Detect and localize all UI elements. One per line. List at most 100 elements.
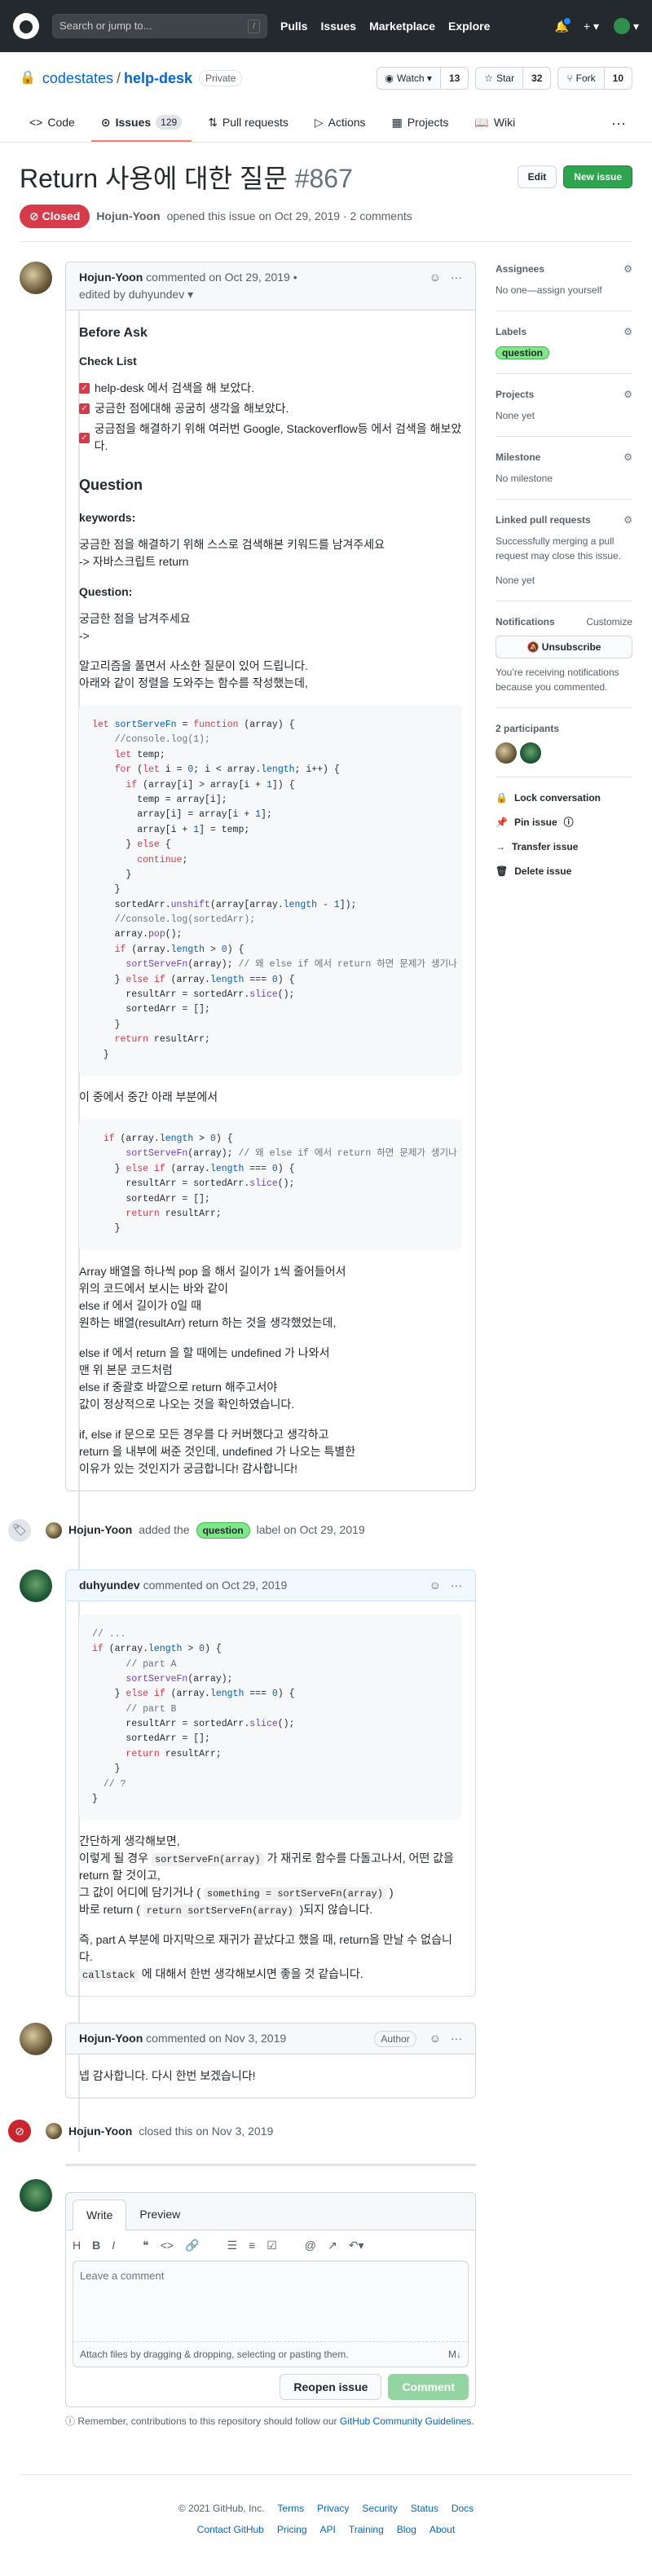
avatar[interactable]: [20, 2023, 52, 2056]
comment-author[interactable]: duhyundev: [79, 1579, 140, 1592]
footer-link-status[interactable]: Status: [411, 2501, 438, 2516]
unsubscribe-button[interactable]: 🔕 Unsubscribe: [496, 636, 632, 658]
avatar[interactable]: [520, 742, 541, 764]
info-icon[interactable]: ⓘ: [564, 815, 574, 830]
italic-icon[interactable]: I: [112, 2237, 115, 2254]
pin-issue-action[interactable]: 📌 Pin issue ⓘ: [496, 815, 632, 830]
star-button[interactable]: ☆ Star 32: [475, 67, 552, 90]
avatar[interactable]: [20, 1569, 52, 1602]
avatar[interactable]: [20, 2179, 52, 2213]
edited-by-dropdown[interactable]: edited by duhyundev ▾: [79, 288, 193, 301]
bold-icon[interactable]: B: [92, 2237, 100, 2254]
search-input[interactable]: Search or jump to... /: [52, 14, 267, 38]
avatar[interactable]: [46, 1521, 62, 1539]
fork-button[interactable]: ⑂ Fork 10: [557, 67, 632, 90]
question-label[interactable]: question: [496, 346, 549, 359]
quote-icon[interactable]: ❝: [143, 2237, 149, 2254]
footer-link-security[interactable]: Security: [362, 2501, 397, 2516]
gear-icon[interactable]: ⚙: [623, 262, 632, 276]
footer-link-about[interactable]: About: [430, 2522, 455, 2537]
mention-icon[interactable]: @: [305, 2237, 316, 2254]
gear-icon[interactable]: ⚙: [623, 513, 632, 527]
assignees-value[interactable]: No one—assign yourself: [496, 283, 632, 297]
issue-author[interactable]: Hojun-Yoon: [96, 208, 160, 225]
footer-link-terms[interactable]: Terms: [277, 2501, 304, 2516]
heading-icon[interactable]: H: [73, 2237, 81, 2254]
footer-link-pricing[interactable]: Pricing: [277, 2522, 307, 2537]
avatar[interactable]: [20, 262, 52, 294]
assignees-title[interactable]: Assignees: [496, 262, 544, 276]
notifications-bell-icon[interactable]: 🔔: [554, 15, 573, 35]
projects-title[interactable]: Projects: [496, 387, 534, 402]
gear-icon[interactable]: ⚙: [623, 387, 632, 402]
tab-actions[interactable]: ▷ Actions: [305, 104, 376, 142]
gear-icon[interactable]: ⚙: [623, 450, 632, 465]
smiley-icon[interactable]: ☺: [430, 2030, 441, 2047]
nav-marketplace[interactable]: Marketplace: [369, 18, 435, 35]
comment-submit-button[interactable]: Comment: [388, 2374, 469, 2401]
footer-link-docs[interactable]: Docs: [452, 2501, 474, 2516]
fork-count[interactable]: 10: [603, 68, 632, 89]
reopen-issue-button[interactable]: Reopen issue: [280, 2374, 382, 2401]
footer-link-blog[interactable]: Blog: [397, 2522, 416, 2537]
comment-textarea[interactable]: Leave a comment: [73, 2261, 469, 2343]
question-label[interactable]: question: [196, 1521, 250, 1539]
tab-code[interactable]: <> Code: [20, 104, 85, 142]
new-issue-button[interactable]: New issue: [563, 165, 632, 188]
github-logo-icon[interactable]: [13, 13, 39, 39]
create-new-menu[interactable]: + ▾: [584, 18, 599, 35]
customize-link[interactable]: Customize: [586, 614, 632, 629]
comment-author[interactable]: Hojun-Yoon: [79, 271, 143, 284]
transfer-issue-action[interactable]: → Transfer issue: [496, 839, 632, 854]
gear-icon[interactable]: ⚙: [623, 324, 632, 339]
nav-explore[interactable]: Explore: [448, 18, 490, 35]
tab-write[interactable]: Write: [73, 2200, 127, 2231]
nav-pulls[interactable]: Pulls: [280, 18, 307, 35]
tab-issues[interactable]: ⊙ Issues 129: [90, 104, 192, 142]
footer-link-privacy[interactable]: Privacy: [317, 2501, 349, 2516]
tab-pull-requests[interactable]: ⇅ Pull requests: [198, 104, 298, 142]
footer-link-training[interactable]: Training: [349, 2522, 384, 2537]
smiley-icon[interactable]: ☺: [430, 1577, 441, 1594]
comment-date[interactable]: commented on Oct 29, 2019: [143, 1579, 288, 1592]
tab-preview[interactable]: Preview: [126, 2200, 193, 2230]
watch-button[interactable]: ◉ Watch ▾ 13: [376, 67, 469, 90]
numbered-list-icon[interactable]: ≡: [249, 2237, 255, 2254]
footer-link-api[interactable]: API: [320, 2522, 336, 2537]
link-icon[interactable]: 🔗: [185, 2237, 199, 2254]
event-author[interactable]: Hojun-Yoon: [68, 1521, 132, 1539]
labels-title[interactable]: Labels: [496, 324, 526, 339]
comment-date[interactable]: commented on Nov 3, 2019: [146, 2032, 286, 2045]
community-guidelines-link[interactable]: GitHub Community Guidelines: [340, 2415, 471, 2427]
comment-date[interactable]: commented on Oct 29, 2019 •: [146, 271, 297, 284]
avatar[interactable]: [496, 742, 517, 764]
delete-issue-action[interactable]: 🗑 Delete issue: [496, 864, 632, 878]
watch-count[interactable]: 13: [439, 68, 469, 89]
cross-reference-icon[interactable]: ↗: [328, 2237, 337, 2254]
milestone-title[interactable]: Milestone: [496, 450, 540, 465]
event-author[interactable]: Hojun-Yoon: [68, 2123, 132, 2140]
attach-files-area[interactable]: Attach files by dragging & dropping, sel…: [73, 2342, 469, 2368]
more-tabs-icon[interactable]: ···: [611, 104, 632, 142]
kebab-menu-icon[interactable]: ···: [451, 2030, 462, 2047]
smiley-icon[interactable]: ☺: [430, 269, 441, 286]
edit-button[interactable]: Edit: [517, 165, 557, 188]
lock-conversation-action[interactable]: 🔒 Lock conversation: [496, 790, 632, 805]
tab-projects[interactable]: ▦ Projects: [382, 104, 459, 142]
avatar[interactable]: [46, 2123, 62, 2140]
footer-link-contact[interactable]: Contact GitHub: [197, 2522, 264, 2537]
kebab-menu-icon[interactable]: ···: [451, 1577, 462, 1594]
kebab-menu-icon[interactable]: ···: [451, 269, 462, 286]
reply-icon[interactable]: ↶▾: [349, 2237, 364, 2254]
repo-name-link[interactable]: help-desk: [124, 68, 192, 90]
comment-author[interactable]: Hojun-Yoon: [79, 2032, 143, 2045]
bulleted-list-icon[interactable]: ☰: [227, 2237, 237, 2254]
markdown-icon[interactable]: M↓: [448, 2347, 461, 2362]
nav-issues[interactable]: Issues: [320, 18, 356, 35]
task-list-icon[interactable]: ☑: [267, 2237, 277, 2254]
code-icon[interactable]: <>: [161, 2237, 174, 2254]
tab-wiki[interactable]: 📖 Wiki: [465, 104, 525, 142]
linked-prs-title[interactable]: Linked pull requests: [496, 513, 591, 527]
repo-owner-link[interactable]: codestates: [42, 68, 113, 90]
star-count[interactable]: 32: [522, 68, 551, 89]
